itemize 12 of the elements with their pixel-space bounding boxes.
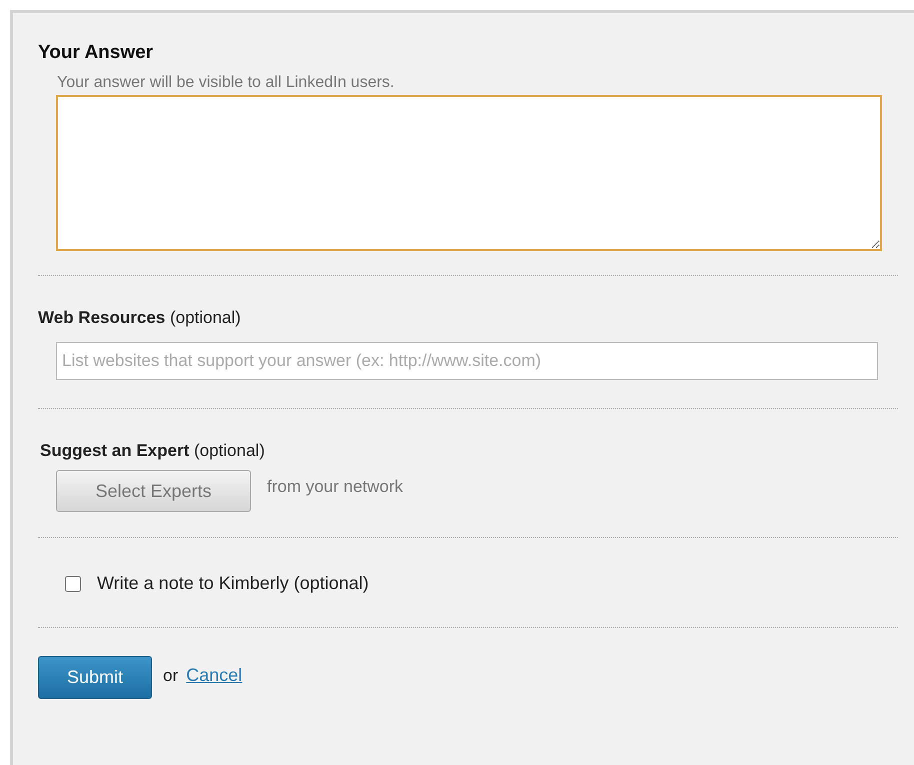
section-title: Web Resources (optional) <box>38 307 242 329</box>
or-text: or <box>163 664 178 687</box>
select-experts-button[interactable]: Select Experts <box>56 470 251 512</box>
url-field[interactable]: List websites that support your answer (ex: http://www.site.com) <box>56 342 878 380</box>
cancel-link[interactable]: Cancel <box>186 662 242 689</box>
submit-button[interactable]: Submit <box>38 656 152 699</box>
section-title: Your Answer <box>38 41 154 65</box>
hint-text: Your answer will be visible to all LinkedIn users. <box>57 73 396 93</box>
helper-text: from your network <box>267 476 404 498</box>
checkbox-label: Write a note to Kimberly (optional) <box>97 572 369 595</box>
section-title: Suggest an Expert (optional) <box>40 440 266 462</box>
checkbox[interactable] <box>65 576 81 592</box>
